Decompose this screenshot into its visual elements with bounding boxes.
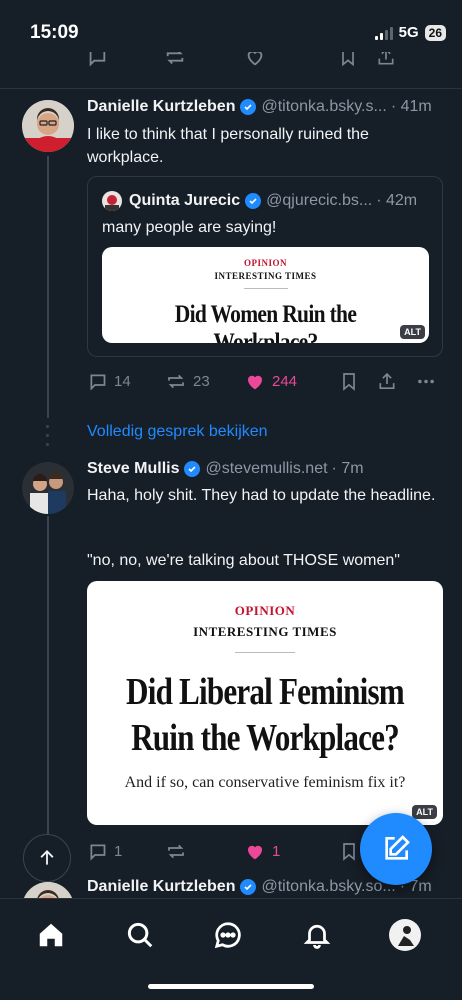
bell-icon[interactable] — [297, 917, 337, 953]
image-label: OPINION — [243, 258, 287, 268]
alt-badge[interactable]: ALT — [400, 325, 425, 339]
author-name[interactable]: Danielle Kurtzleben — [87, 878, 235, 896]
network-type: 5G — [398, 24, 419, 41]
signal-icon — [374, 26, 393, 40]
post-time[interactable]: · 41m — [391, 98, 432, 116]
repost-button[interactable]: 23 — [165, 371, 210, 392]
app-screen: 15:09 5G 26 Danielle Kurtzleben @titonka… — [0, 0, 462, 1000]
thread-dots — [46, 425, 49, 452]
reply-icon[interactable] — [86, 52, 108, 72]
alt-badge[interactable]: ALT — [412, 805, 437, 819]
heart-filled-icon — [248, 375, 262, 390]
quote-author[interactable]: Quinta Jurecic — [129, 192, 240, 210]
post-text: Haha, holy shit. They had to update the … — [87, 487, 436, 504]
bookmark-icon — [343, 843, 355, 861]
thread-line — [47, 156, 49, 418]
image-column: INTERESTING TIMES — [214, 271, 317, 281]
author-handle[interactable]: @titonka.bsky.s... — [261, 98, 386, 116]
quote-image[interactable]: OPINION INTERESTING TIMES Did Women Ruin… — [102, 247, 429, 343]
status-bar: 15:09 5G 26 — [0, 0, 462, 60]
verified-icon — [245, 193, 262, 209]
repost-icon[interactable] — [164, 52, 186, 72]
previous-post-actions — [0, 52, 462, 72]
post-header: Steve Mullis @stevemullis.net · 7m — [87, 460, 446, 478]
quote-handle[interactable]: @qjurecic.bs... — [266, 192, 372, 210]
avatar[interactable] — [22, 882, 74, 898]
avatar[interactable] — [22, 100, 74, 152]
post-text: I like to think that I personally ruined… — [87, 126, 369, 166]
reply-button[interactable]: 14 — [87, 371, 131, 392]
compose-button[interactable] — [360, 813, 432, 885]
image-column: INTERESTING TIMES — [193, 624, 337, 639]
author-handle[interactable]: @stevemullis.net — [205, 460, 327, 478]
quote-avatar — [102, 191, 122, 211]
image-subhead: And if so, can conservative feminism fix… — [124, 774, 406, 791]
image-headline-1: Did Liberal Feminism — [126, 671, 405, 713]
avatar[interactable] — [22, 462, 74, 514]
quote-time: · 42m — [376, 192, 418, 209]
bookmark-button[interactable] — [339, 371, 359, 392]
share-icon — [379, 372, 395, 389]
status-time: 15:09 — [30, 22, 79, 43]
heart-filled-icon — [248, 845, 262, 860]
home-icon[interactable] — [31, 917, 71, 953]
status-indicators: 5G 26 — [374, 24, 446, 41]
post-danielle[interactable]: Danielle Kurtzleben @titonka.bsky.s... ·… — [0, 88, 462, 418]
reply-icon — [90, 374, 106, 391]
home-indicator — [148, 984, 314, 989]
author-handle[interactable]: @titonka.bsky.so... — [261, 878, 395, 896]
verified-icon — [240, 879, 257, 895]
image-headline-2: Ruin the Workplace? — [131, 717, 400, 759]
repost-button[interactable] — [165, 841, 187, 862]
view-full-thread-link[interactable]: Volledig gesprek bekijken — [87, 423, 268, 441]
scroll-to-top-button[interactable] — [23, 834, 71, 882]
post-header: Danielle Kurtzleben @titonka.bsky.s... ·… — [87, 98, 446, 116]
share-button[interactable] — [377, 371, 397, 392]
quote-header: Quinta Jurecic @qjurecic.bs... · 42m — [102, 191, 430, 211]
like-count: 244 — [272, 373, 298, 390]
bookmark-button[interactable] — [339, 841, 359, 862]
chat-icon[interactable] — [208, 917, 248, 953]
search-icon[interactable] — [120, 917, 160, 953]
reply-count: 14 — [114, 373, 131, 390]
post-text-2: "no, no, we're talking about THOSE women… — [87, 552, 400, 569]
like-button[interactable]: 1 — [244, 841, 280, 862]
like-button[interactable]: 244 — [244, 371, 297, 392]
like-icon[interactable] — [244, 52, 266, 72]
compose-icon — [385, 835, 410, 860]
bookmark-icon — [343, 373, 355, 391]
verified-icon — [240, 99, 257, 115]
reply-count: 1 — [114, 843, 123, 860]
share-icon[interactable] — [376, 52, 396, 72]
more-button[interactable] — [415, 371, 437, 392]
battery-icon: 26 — [424, 24, 446, 41]
arrow-up-icon — [40, 850, 54, 865]
quote-text: many people are saying! — [102, 219, 277, 236]
post-image[interactable]: OPINION INTERESTING TIMES Did Liberal Fe… — [87, 581, 443, 825]
more-icon — [418, 379, 434, 384]
bookmark-icon[interactable] — [338, 52, 358, 72]
author-name[interactable]: Steve Mullis — [87, 460, 179, 478]
like-count: 1 — [272, 843, 281, 860]
reply-icon — [90, 844, 106, 861]
profile-avatar[interactable] — [385, 917, 425, 953]
image-label: OPINION — [234, 603, 296, 618]
author-name[interactable]: Danielle Kurtzleben — [87, 98, 235, 116]
reply-button[interactable]: 1 — [87, 841, 122, 862]
quote-post[interactable]: Quinta Jurecic @qjurecic.bs... · 42m man… — [87, 176, 443, 357]
verified-icon — [184, 461, 201, 477]
repost-icon — [168, 374, 184, 389]
repost-icon — [168, 844, 184, 859]
post-time[interactable]: · 7m — [332, 460, 364, 478]
post-actions: 14 23 244 — [87, 371, 443, 395]
image-headline: Did Women Ruin the Workplace? — [174, 301, 357, 343]
repost-count: 23 — [193, 373, 210, 390]
